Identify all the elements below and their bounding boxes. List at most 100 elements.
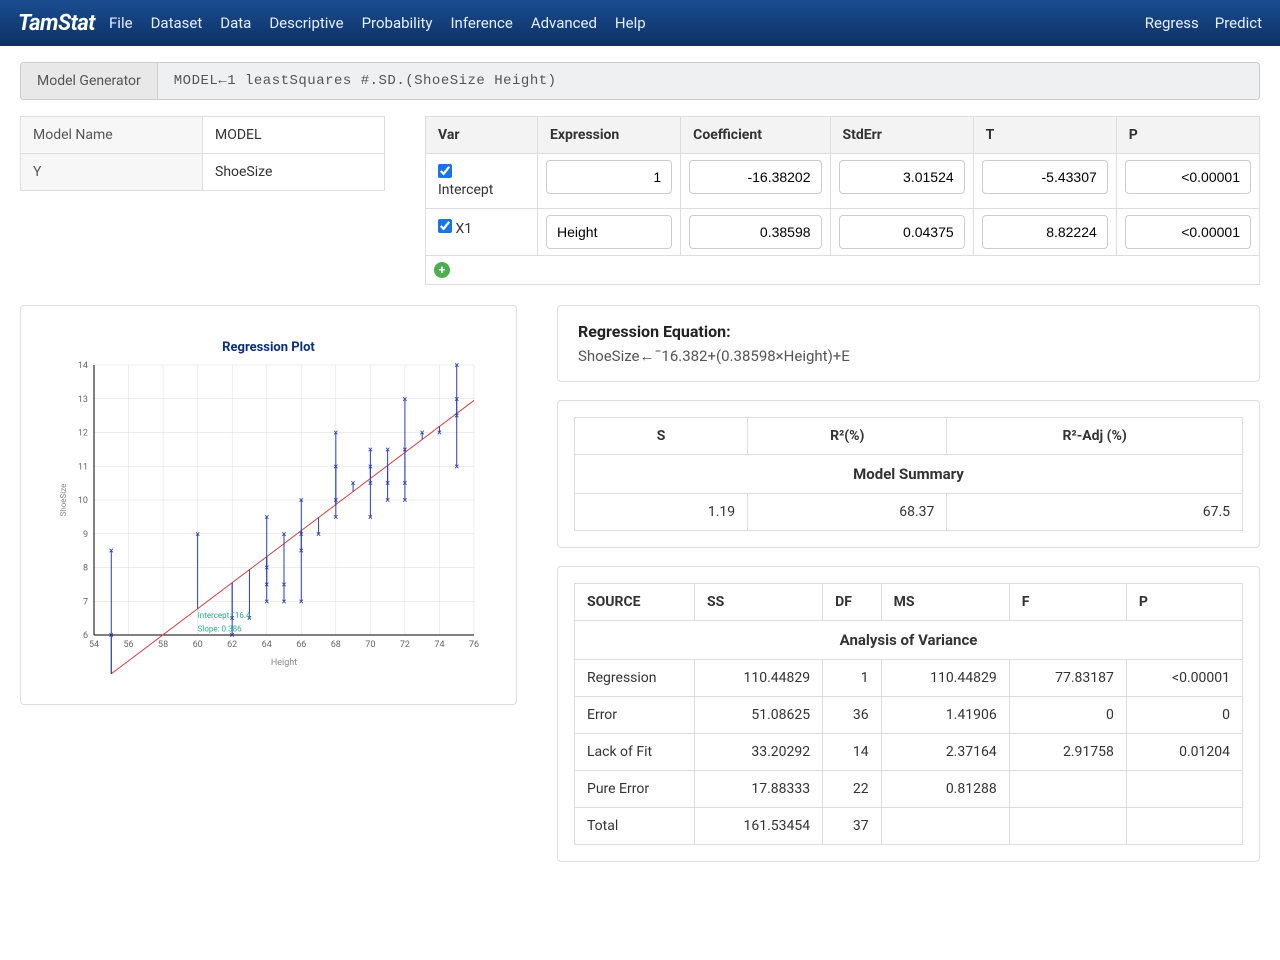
y-label: Y xyxy=(21,154,203,191)
svg-text:×: × xyxy=(281,530,286,540)
summary-h-r2adj: R²-Adj (%) xyxy=(947,418,1243,455)
svg-text:×: × xyxy=(281,580,286,590)
svg-text:Intercept:¯16.4: Intercept:¯16.4 xyxy=(197,611,250,620)
equation-card: Regression Equation: ShoeSize←¯16.382+(0… xyxy=(557,305,1260,382)
th-t: T xyxy=(973,117,1116,154)
intercept-p[interactable] xyxy=(1125,160,1251,194)
intercept-coef[interactable] xyxy=(689,160,821,194)
svg-text:×: × xyxy=(402,496,407,506)
th-p: P xyxy=(1116,117,1259,154)
svg-text:×: × xyxy=(264,513,269,523)
intercept-se[interactable] xyxy=(839,160,965,194)
svg-text:68: 68 xyxy=(330,640,340,650)
x1-se[interactable] xyxy=(839,215,965,249)
anova-title: Analysis of Variance xyxy=(575,621,1243,660)
brand-logo: TamStat xyxy=(18,11,95,36)
x1-t[interactable] xyxy=(982,215,1108,249)
main-menu: File Dataset Data Descriptive Probabilit… xyxy=(109,14,646,32)
regression-plot: 54565860626466687072747667891011121314××… xyxy=(54,355,484,675)
x1-checkbox[interactable] xyxy=(438,219,452,233)
svg-text:×: × xyxy=(385,445,390,455)
svg-text:12: 12 xyxy=(77,429,87,439)
coef-row-x1: X1 xyxy=(426,209,1260,256)
add-icon[interactable]: + xyxy=(434,262,450,278)
svg-text:Height: Height xyxy=(270,658,296,668)
anova-row: Pure Error17.88333220.81288 xyxy=(575,771,1243,808)
intercept-checkbox[interactable] xyxy=(438,164,452,178)
intercept-t[interactable] xyxy=(982,160,1108,194)
th-expr: Expression xyxy=(538,117,681,154)
anova-row: Error51.08625361.4190600 xyxy=(575,697,1243,734)
svg-text:7: 7 xyxy=(82,597,87,607)
summary-r2adj: 67.5 xyxy=(947,494,1243,531)
x1-label: X1 xyxy=(455,221,472,237)
anova-h-df: DF xyxy=(823,584,881,621)
svg-text:6: 6 xyxy=(82,631,87,641)
add-variable-row: + xyxy=(426,256,1260,285)
command-bar: Model Generator MODEL←1 leastSquares #.S… xyxy=(20,62,1260,100)
svg-text:×: × xyxy=(402,479,407,489)
btn-regress[interactable]: Regress xyxy=(1145,14,1199,32)
anova-card: Analysis of Variance SOURCE SS DF MS F P… xyxy=(557,566,1260,862)
intercept-expr[interactable] xyxy=(546,160,672,194)
model-name-value[interactable]: MODEL xyxy=(203,117,385,154)
anova-h-ms: MS xyxy=(881,584,1009,621)
navbar: TamStat File Dataset Data Descriptive Pr… xyxy=(0,0,1280,46)
menu-advanced[interactable]: Advanced xyxy=(531,14,597,32)
svg-text:74: 74 xyxy=(434,640,444,650)
model-name-label: Model Name xyxy=(21,117,203,154)
anova-h-ss: SS xyxy=(695,584,823,621)
model-props-panel: Model Name MODEL Y ShoeSize xyxy=(20,116,385,191)
menu-help[interactable]: Help xyxy=(615,14,646,32)
svg-text:×: × xyxy=(333,429,338,439)
menu-descriptive[interactable]: Descriptive xyxy=(269,14,343,32)
svg-text:10: 10 xyxy=(77,496,87,506)
summary-s: 1.19 xyxy=(575,494,748,531)
coef-row-intercept: Intercept xyxy=(426,154,1260,209)
svg-text:×: × xyxy=(108,547,113,557)
svg-text:×: × xyxy=(264,580,269,590)
menu-probability[interactable]: Probability xyxy=(362,14,433,32)
svg-text:×: × xyxy=(298,547,303,557)
svg-text:66: 66 xyxy=(296,640,306,650)
x1-coef[interactable] xyxy=(689,215,821,249)
cmdbar-command: MODEL←1 leastSquares #.SD.(ShoeSize Heig… xyxy=(158,63,573,99)
btn-predict[interactable]: Predict xyxy=(1215,14,1262,32)
svg-text:ShoeSize: ShoeSize xyxy=(59,484,68,517)
svg-text:56: 56 xyxy=(123,640,133,650)
svg-text:×: × xyxy=(350,479,355,489)
svg-text:×: × xyxy=(437,429,442,439)
svg-text:76: 76 xyxy=(468,640,478,650)
menu-dataset[interactable]: Dataset xyxy=(151,14,203,32)
menu-file[interactable]: File xyxy=(109,14,133,32)
svg-text:70: 70 xyxy=(365,640,375,650)
summary-card: Model Summary S R²(%) R²-Adj (%) 1.19 68… xyxy=(557,400,1260,548)
svg-text:×: × xyxy=(454,462,459,472)
plot-title: Regression Plot xyxy=(37,340,500,355)
anova-h-f: F xyxy=(1009,584,1126,621)
menu-data[interactable]: Data xyxy=(220,14,251,32)
svg-text:×: × xyxy=(402,395,407,405)
svg-text:×: × xyxy=(367,445,372,455)
svg-text:×: × xyxy=(298,530,303,540)
summary-h-s: S xyxy=(575,418,748,455)
anova-row: Total161.5345437 xyxy=(575,808,1243,845)
x1-p[interactable] xyxy=(1125,215,1251,249)
x1-expr[interactable] xyxy=(546,215,672,249)
svg-text:×: × xyxy=(264,597,269,607)
y-value[interactable]: ShoeSize xyxy=(203,154,385,191)
coefficients-panel: Var Expression Coefficient StdErr T P In… xyxy=(425,116,1260,285)
svg-text:62: 62 xyxy=(227,640,237,650)
menu-inference[interactable]: Inference xyxy=(450,14,512,32)
summary-h-r2: R²(%) xyxy=(748,418,947,455)
svg-text:×: × xyxy=(385,496,390,506)
th-coef: Coefficient xyxy=(681,117,830,154)
svg-text:54: 54 xyxy=(88,640,98,650)
svg-text:×: × xyxy=(454,361,459,371)
svg-text:13: 13 xyxy=(77,395,87,405)
anova-row: Lack of Fit33.20292142.371642.917580.012… xyxy=(575,734,1243,771)
th-se: StdErr xyxy=(830,117,973,154)
summary-title: Model Summary xyxy=(575,455,1243,494)
svg-text:×: × xyxy=(367,479,372,489)
svg-text:×: × xyxy=(264,564,269,574)
